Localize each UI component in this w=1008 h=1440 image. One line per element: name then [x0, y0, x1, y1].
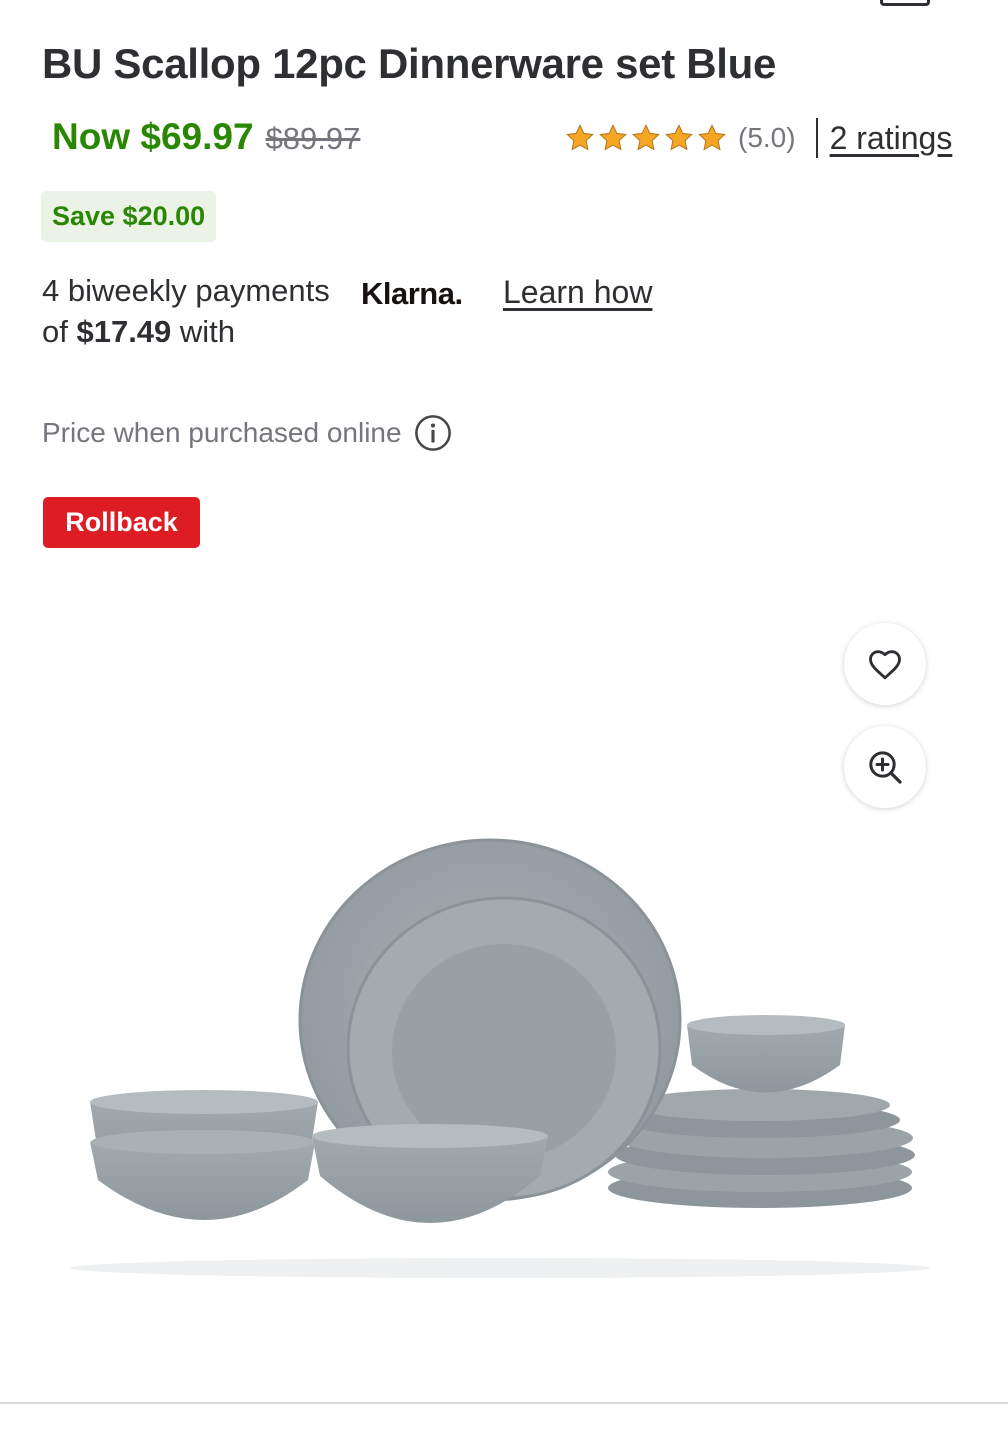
- star-icon: [599, 124, 627, 151]
- info-icon[interactable]: [414, 414, 452, 452]
- rollback-badge: Rollback: [43, 497, 200, 548]
- learn-how-link[interactable]: Learn how: [503, 274, 652, 311]
- heart-icon: [869, 650, 901, 680]
- product-image[interactable]: [60, 820, 940, 1290]
- zoom-in-icon: [869, 751, 902, 784]
- price-row: Now $69.97 $89.97: [52, 116, 360, 158]
- star-rating: [564, 122, 728, 154]
- rating-value: (5.0): [738, 122, 796, 153]
- star-icon: [566, 124, 594, 151]
- klarna-logo: Klarna.: [361, 276, 463, 311]
- favorite-button[interactable]: [844, 623, 926, 705]
- top-toolbar-icon[interactable]: [880, 0, 930, 6]
- installment-info: 4 biweekly payments of $17.49 with: [42, 270, 352, 352]
- price-note-text: Price when purchased online: [42, 417, 402, 448]
- original-price: $89.97: [265, 121, 361, 156]
- zoom-button[interactable]: [844, 726, 926, 808]
- section-divider: [0, 1402, 1008, 1404]
- product-title: BU Scallop 12pc Dinnerware set Blue: [42, 40, 777, 87]
- installment-amount: $17.49: [76, 314, 172, 349]
- star-icon: [665, 124, 693, 151]
- current-price: Now $69.97: [52, 116, 254, 157]
- installment-suffix: with: [171, 314, 236, 349]
- price-note: Price when purchased online: [42, 414, 452, 452]
- rating-summary: (5.0) 2 ratings: [564, 118, 952, 158]
- divider: [815, 118, 818, 158]
- savings-badge: Save $20.00: [41, 191, 217, 242]
- star-icon: [698, 124, 726, 151]
- ratings-link[interactable]: 2 ratings: [830, 120, 953, 157]
- star-icon: [632, 124, 660, 151]
